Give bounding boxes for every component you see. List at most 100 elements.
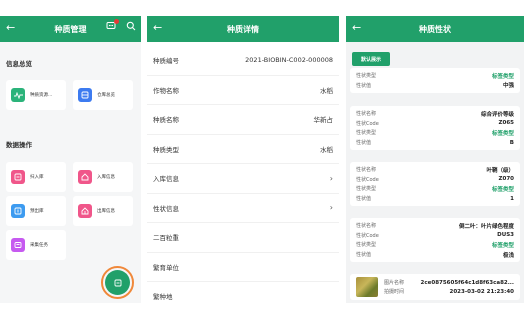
trait-value: 倒二叶：叶片绿色程度 bbox=[458, 223, 514, 230]
tile-scan-in[interactable]: 扫入库 bbox=[6, 162, 66, 192]
tile-pre-outbound[interactable]: 预出库 bbox=[6, 196, 66, 226]
row-breeding-site: 繁种地 bbox=[147, 282, 339, 303]
scan-in-icon bbox=[11, 170, 25, 184]
row-key: 种质名称 bbox=[153, 116, 179, 125]
floating-action-highlight bbox=[101, 266, 134, 299]
row-key: 作物名称 bbox=[153, 86, 179, 95]
trait-key: 性状Code bbox=[356, 120, 379, 127]
chevron-right-icon: › bbox=[329, 203, 333, 213]
section-info-overview: 信息总览 bbox=[6, 60, 32, 68]
trait-key: 性状类型 bbox=[356, 186, 377, 193]
row-key: 性状信息 bbox=[153, 204, 179, 213]
trait-value: 中强 bbox=[502, 83, 514, 90]
trait-value: 标签类型 bbox=[491, 130, 514, 137]
row-key: 繁种地 bbox=[153, 293, 173, 302]
row-germplasm-name: 种质名称 华新占 bbox=[147, 105, 339, 135]
tile-outbound-info[interactable]: 出库信息 bbox=[73, 196, 133, 226]
trait-value: 极浅 bbox=[502, 252, 514, 259]
row-key: 入库信息 bbox=[153, 175, 179, 184]
row-value: 水稻 bbox=[320, 86, 333, 95]
row-200-grain-weight: 二百粒重 bbox=[147, 223, 339, 253]
trait-key: 性状Code bbox=[356, 176, 379, 183]
scan-icon bbox=[114, 279, 121, 286]
screen-germplasm-detail: ← 种质详情 种质编号 2021-BIOBIN-C002-000008 作物名称… bbox=[147, 16, 339, 303]
inbound-icon bbox=[78, 170, 92, 184]
trait-key: 性状类型 bbox=[356, 73, 377, 80]
tile-label: 出库信息 bbox=[97, 209, 115, 214]
page-title: 种质详情 bbox=[227, 24, 259, 34]
picture-card[interactable]: 图片名称 2ce0875605f64c1d8f63ca82... 拍摄时间 20… bbox=[350, 274, 520, 300]
row-trait-info[interactable]: 性状信息 › bbox=[147, 194, 339, 223]
trait-value: DUS3 bbox=[497, 232, 514, 239]
screen-germplasm-traits: ← 种质性状 性状类型 标签类型 性状值 中强 默认展示 性状名称 综合评价等级 性状… bbox=[346, 16, 524, 303]
trait-value: Z065 bbox=[498, 120, 514, 127]
top-bar: ← 种质性状 bbox=[346, 16, 524, 42]
default-display-button[interactable]: 默认展示 bbox=[352, 52, 390, 66]
row-germplasm-number: 种质编号 2021-BIOBIN-C002-000008 bbox=[147, 46, 339, 76]
trait-value: 标签类型 bbox=[491, 73, 514, 80]
back-arrow-icon[interactable]: ← bbox=[153, 21, 162, 35]
row-key: 繁育单位 bbox=[153, 263, 179, 272]
tile-germplasm-resources[interactable]: 种质资源... bbox=[6, 80, 66, 110]
trait-key: 性状名称 bbox=[356, 111, 377, 118]
tile-inbound-info[interactable]: 入库信息 bbox=[73, 162, 133, 192]
trait-value: 1 bbox=[510, 195, 514, 202]
row-crop-name: 作物名称 水稻 bbox=[147, 76, 339, 105]
top-bar: ← 种质详情 bbox=[147, 16, 339, 42]
row-value: 2021-BIOBIN-C002-000008 bbox=[245, 56, 333, 65]
warehouse-icon bbox=[78, 88, 92, 102]
page-title: 种质性状 bbox=[419, 24, 451, 34]
tile-label: 采集任务 bbox=[30, 243, 48, 248]
tile-label: 种质资源... bbox=[30, 93, 53, 98]
trait-key: 性状名称 bbox=[356, 167, 377, 174]
tile-label: 预出库 bbox=[30, 209, 44, 214]
row-germplasm-type: 种质类型 水稻 bbox=[147, 135, 339, 164]
row-value: 水稻 bbox=[320, 145, 333, 154]
row-key: 种质编号 bbox=[153, 57, 179, 66]
trait-key: 性状值 bbox=[356, 196, 372, 203]
trait-key: 性状值 bbox=[356, 252, 372, 259]
floating-action-button[interactable] bbox=[105, 270, 130, 295]
trait-card: 性状名称 倒二叶：叶片绿色程度 性状Code DUS3 性状类型 标签类型 性状值 极浅 bbox=[350, 218, 520, 263]
chevron-right-icon: › bbox=[329, 173, 333, 183]
pulse-icon bbox=[11, 88, 25, 102]
trait-value: B bbox=[509, 139, 514, 146]
tile-collection-task[interactable]: 采集任务 bbox=[6, 230, 66, 260]
trait-value: 综合评价等级 bbox=[480, 111, 514, 118]
page-title: 种质管理 bbox=[54, 24, 87, 34]
capture-time-label: 拍摄时间 bbox=[384, 289, 405, 295]
trait-value: Z070 bbox=[498, 176, 514, 183]
tile-label: 仓库总览 bbox=[97, 93, 115, 98]
trait-card: 性状名称 综合评价等级 性状Code Z065 性状类型 标签类型 性状值 B bbox=[350, 106, 520, 151]
row-key: 二百粒重 bbox=[153, 234, 179, 243]
trait-key: 性状类型 bbox=[356, 242, 377, 249]
outbound-icon bbox=[78, 204, 92, 218]
capture-time-value: 2023-03-02 21:23:40 bbox=[449, 288, 514, 295]
tile-label: 入库信息 bbox=[97, 175, 115, 180]
back-arrow-icon[interactable]: ← bbox=[6, 21, 15, 35]
section-data-operations: 数据操作 bbox=[6, 141, 32, 149]
trait-key: 性状Code bbox=[356, 232, 379, 239]
tile-warehouse-overview[interactable]: 仓库总览 bbox=[73, 80, 133, 110]
pre-outbound-icon bbox=[11, 204, 25, 218]
row-breeding-unit: 繁育单位 bbox=[147, 253, 339, 282]
row-inbound-info[interactable]: 入库信息 › bbox=[147, 164, 339, 194]
trait-value: 标签类型 bbox=[491, 242, 514, 249]
trait-value: 标签类型 bbox=[491, 186, 514, 193]
collection-task-icon bbox=[11, 238, 25, 252]
rice-photo-thumbnail[interactable] bbox=[356, 277, 378, 297]
search-icon[interactable] bbox=[126, 21, 136, 36]
tile-label: 扫入库 bbox=[30, 175, 44, 180]
trait-value: 叶鞘（级） bbox=[486, 167, 514, 174]
trait-key: 性状值 bbox=[356, 82, 372, 89]
trait-key: 性状名称 bbox=[356, 223, 377, 230]
trait-card: 性状名称 叶鞘（级） 性状Code Z070 性状类型 标签类型 性状值 1 bbox=[350, 162, 520, 207]
trait-key: 性状值 bbox=[356, 140, 372, 147]
picture-name-value: 2ce0875605f64c1d8f63ca82... bbox=[420, 279, 514, 286]
row-key: 种质类型 bbox=[153, 145, 179, 154]
back-arrow-icon[interactable]: ← bbox=[352, 21, 361, 35]
trait-card: 性状类型 标签类型 性状值 中强 bbox=[350, 68, 520, 94]
top-bar: ← 种质管理 bbox=[0, 16, 141, 42]
detail-list: 种质编号 2021-BIOBIN-C002-000008 作物名称 水稻 种质名… bbox=[147, 42, 339, 303]
row-value: 华新占 bbox=[313, 116, 334, 125]
